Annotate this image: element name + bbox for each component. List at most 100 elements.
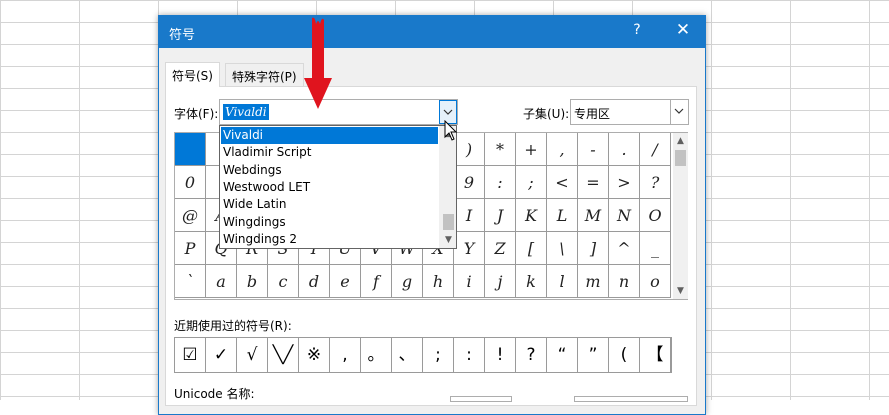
symbol-cell[interactable]: : bbox=[485, 166, 516, 199]
symbol-cell[interactable]: g bbox=[392, 265, 423, 298]
symbol-cell[interactable]: / bbox=[640, 133, 671, 166]
symbol-cell[interactable]: M bbox=[578, 199, 609, 232]
recent-symbol[interactable]: ; bbox=[423, 338, 454, 372]
symbol-cell[interactable]: J bbox=[485, 199, 516, 232]
scroll-down-icon[interactable]: ▼ bbox=[440, 232, 457, 248]
symbol-cell[interactable]: Y bbox=[454, 232, 485, 265]
tab-special-characters[interactable]: 特殊字符(P) bbox=[225, 63, 304, 87]
symbol-cell[interactable]: Z bbox=[485, 232, 516, 265]
recent-symbol[interactable]: ╲╱ bbox=[268, 338, 299, 372]
tab-symbols[interactable]: 符号(S) bbox=[165, 62, 220, 87]
recent-symbol[interactable]: 、 bbox=[392, 338, 423, 372]
help-button[interactable]: ? bbox=[627, 22, 647, 38]
symbol-cell[interactable]: . bbox=[609, 133, 640, 166]
recent-symbol[interactable]: : bbox=[454, 338, 485, 372]
symbol-cell[interactable]: o bbox=[640, 265, 671, 298]
recent-symbol[interactable]: ! bbox=[485, 338, 516, 372]
symbol-cell[interactable]: n bbox=[609, 265, 640, 298]
symbol-cell[interactable]: ^ bbox=[609, 232, 640, 265]
font-label: 字体(F): bbox=[174, 107, 219, 121]
symbol-cell[interactable]: i bbox=[454, 265, 485, 298]
recent-symbol[interactable]: ” bbox=[578, 338, 609, 372]
grid-scrollbar[interactable]: ▲ ▼ bbox=[673, 133, 688, 299]
symbol-cell[interactable]: m bbox=[578, 265, 609, 298]
symbol-cell[interactable] bbox=[175, 133, 206, 166]
symbol-cell[interactable]: k bbox=[516, 265, 547, 298]
font-option[interactable]: Wingdings 2 bbox=[221, 231, 438, 248]
symbol-cell[interactable]: + bbox=[516, 133, 547, 166]
mouse-cursor-icon bbox=[444, 120, 458, 141]
symbol-cell[interactable]: @ bbox=[175, 199, 206, 232]
recent-label: 近期使用过的符号(R): bbox=[174, 319, 292, 333]
font-select[interactable]: Vivaldi bbox=[219, 99, 458, 125]
symbol-cell[interactable]: ; bbox=[516, 166, 547, 199]
symbol-cell[interactable]: P bbox=[175, 232, 206, 265]
font-option[interactable]: Wide Latin bbox=[221, 196, 438, 213]
scroll-up-icon[interactable]: ▲ bbox=[673, 133, 688, 149]
font-option[interactable]: Vivaldi bbox=[221, 127, 438, 144]
symbol-cell[interactable]: 9 bbox=[454, 166, 485, 199]
font-option[interactable]: Webdings bbox=[221, 162, 438, 179]
font-option[interactable]: Vladimir Script bbox=[221, 144, 438, 161]
subset-dropdown-button[interactable] bbox=[670, 100, 688, 124]
symbol-cell[interactable]: l bbox=[547, 265, 578, 298]
recent-symbol[interactable]: ? bbox=[516, 338, 547, 372]
symbol-cell[interactable]: ` bbox=[175, 265, 206, 298]
recent-symbol[interactable]: ☑ bbox=[175, 338, 206, 372]
dialog-title: 符号 bbox=[169, 28, 196, 43]
font-option[interactable]: Westwood LET bbox=[221, 179, 438, 196]
symbol-cell[interactable]: c bbox=[268, 265, 299, 298]
symbol-cell[interactable]: \ bbox=[547, 232, 578, 265]
recent-symbol[interactable]: ✓ bbox=[206, 338, 237, 372]
recent-symbols: ☑ ✓ √ ╲╱ ※,。、;:!? “”(【 bbox=[174, 337, 672, 373]
scroll-thumb[interactable] bbox=[675, 150, 686, 166]
symbol-cell[interactable]: b bbox=[237, 265, 268, 298]
close-button[interactable]: ✕ bbox=[671, 20, 695, 40]
symbol-cell[interactable]: L bbox=[547, 199, 578, 232]
symbol-cell[interactable]: = bbox=[578, 166, 609, 199]
symbol-cell[interactable]: > bbox=[609, 166, 640, 199]
recent-symbol[interactable]: “ bbox=[547, 338, 578, 372]
red-arrow-annotation bbox=[304, 17, 332, 110]
scroll-down-icon[interactable]: ▼ bbox=[673, 283, 688, 299]
symbol-cell[interactable]: 0 bbox=[175, 166, 206, 199]
recent-symbol[interactable]: 。 bbox=[361, 338, 392, 372]
recent-symbol[interactable]: √ bbox=[237, 338, 268, 372]
unicode-name-label: Unicode 名称: bbox=[174, 387, 255, 401]
chevron-down-icon bbox=[674, 108, 684, 114]
symbol-cell[interactable]: f bbox=[361, 265, 392, 298]
symbol-cell[interactable]: [ bbox=[516, 232, 547, 265]
recent-symbol[interactable]: ※ bbox=[299, 338, 330, 372]
dropdown-scrollbar[interactable]: ▲ ▼ bbox=[439, 126, 456, 248]
symbol-cell[interactable]: ? bbox=[640, 166, 671, 199]
symbol-cell[interactable]: , bbox=[547, 133, 578, 166]
recent-symbol[interactable]: , bbox=[330, 338, 361, 372]
dialog-titlebar: 符号 ? ✕ bbox=[159, 16, 705, 48]
symbol-cell[interactable]: * bbox=[485, 133, 516, 166]
symbol-cell[interactable]: e bbox=[330, 265, 361, 298]
symbol-cell[interactable]: I bbox=[454, 199, 485, 232]
subset-select[interactable]: 专用区 bbox=[570, 99, 689, 125]
font-value: Vivaldi bbox=[223, 104, 269, 120]
font-option[interactable]: Wingdings bbox=[221, 214, 438, 231]
symbol-cell[interactable]: ) bbox=[454, 133, 485, 166]
symbol-cell[interactable]: < bbox=[547, 166, 578, 199]
symbol-cell[interactable]: - bbox=[578, 133, 609, 166]
symbol-cell[interactable]: a bbox=[206, 265, 237, 298]
from-select[interactable] bbox=[574, 396, 688, 402]
symbol-cell[interactable]: d bbox=[299, 265, 330, 298]
subset-value: 专用区 bbox=[574, 107, 611, 121]
symbol-cell[interactable]: N bbox=[609, 199, 640, 232]
subset-label: 子集(U): bbox=[523, 107, 570, 121]
recent-symbol[interactable]: ( bbox=[609, 338, 640, 372]
symbol-cell[interactable]: O bbox=[640, 199, 671, 232]
symbol-cell[interactable]: j bbox=[485, 265, 516, 298]
symbol-cell[interactable]: h bbox=[423, 265, 454, 298]
font-dropdown-list[interactable]: Vivaldi Vladimir Script Webdings Westwood L… bbox=[219, 125, 457, 249]
scroll-thumb[interactable] bbox=[443, 214, 454, 230]
symbol-cell[interactable]: K bbox=[516, 199, 547, 232]
char-code-field[interactable] bbox=[450, 396, 512, 402]
recent-symbol[interactable]: 【 bbox=[640, 338, 671, 372]
symbol-cell[interactable]: ] bbox=[578, 232, 609, 265]
symbol-cell[interactable]: _ bbox=[640, 232, 671, 265]
